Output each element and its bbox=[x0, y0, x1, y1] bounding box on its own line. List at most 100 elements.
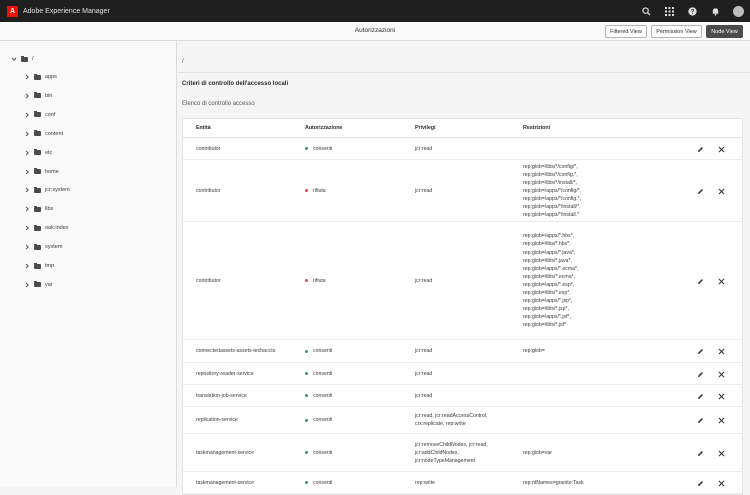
restriction-line: rep:glob=/apps/*.jsp*, bbox=[523, 297, 573, 304]
chevron-right-icon[interactable] bbox=[24, 225, 30, 231]
chevron-right-icon[interactable] bbox=[24, 187, 30, 193]
table-row: taskmanagement-service consenti rep:write r… bbox=[183, 472, 742, 494]
top-bar: A Adobe Experience Manager ? bbox=[0, 0, 750, 22]
chevron-right-icon[interactable] bbox=[24, 150, 30, 156]
folder-icon bbox=[34, 281, 41, 288]
privilege-line: jcr:removeChildNodes, jcr:read, bbox=[415, 441, 488, 448]
close-icon[interactable] bbox=[717, 479, 725, 487]
edit-icon[interactable] bbox=[696, 370, 704, 378]
tree-item[interactable]: var bbox=[24, 280, 53, 290]
tree-item[interactable]: tmp bbox=[24, 261, 54, 271]
restrictions-cell: rep:glob= bbox=[523, 347, 545, 355]
tree-item[interactable]: etc bbox=[24, 148, 52, 158]
entity-cell[interactable]: taskmanagement-service bbox=[196, 450, 254, 456]
close-icon[interactable] bbox=[717, 449, 725, 457]
chevron-right-icon[interactable] bbox=[24, 244, 30, 250]
tree-item-label: bin bbox=[45, 92, 53, 99]
chevron-right-icon[interactable] bbox=[24, 169, 30, 175]
divider bbox=[178, 72, 750, 73]
user-avatar[interactable] bbox=[733, 5, 744, 17]
chevron-right-icon[interactable] bbox=[24, 74, 30, 80]
edit-icon[interactable] bbox=[696, 348, 704, 356]
chevron-right-icon[interactable] bbox=[24, 206, 30, 212]
privilege-line: jcr:nodeTypeManagement bbox=[415, 457, 475, 464]
app-title[interactable]: Adobe Experience Manager bbox=[23, 8, 110, 15]
restriction-line: rep:glob=/apps/*.java*, bbox=[523, 249, 576, 256]
tree-item-label: home bbox=[45, 168, 59, 175]
search-icon[interactable] bbox=[641, 6, 651, 16]
permission-label: rifiuta bbox=[313, 277, 326, 284]
restriction-line: rep:glob=/apps/*.hbs*, bbox=[523, 233, 575, 240]
tree-item[interactable]: oak:index bbox=[24, 223, 69, 233]
close-icon[interactable] bbox=[717, 277, 725, 285]
entity-cell[interactable]: contributor bbox=[196, 146, 221, 152]
entity-cell[interactable]: replication-service bbox=[196, 417, 238, 423]
tree-item[interactable]: content bbox=[24, 129, 63, 139]
tree-item[interactable]: system bbox=[24, 242, 62, 252]
permission-view-button[interactable]: Permission View bbox=[651, 25, 702, 38]
entity-cell[interactable]: taskmanagement-service bbox=[196, 480, 254, 486]
chevron-right-icon[interactable] bbox=[24, 282, 30, 288]
edit-icon[interactable] bbox=[696, 479, 704, 487]
tree-item-label: oak:index bbox=[45, 225, 69, 232]
folder-icon bbox=[34, 130, 41, 137]
chevron-right-icon[interactable] bbox=[24, 131, 30, 137]
node-view-button[interactable]: Node View bbox=[706, 25, 743, 38]
tree-item[interactable]: jcr:system bbox=[24, 185, 70, 195]
apps-grid-icon[interactable] bbox=[664, 6, 674, 16]
table-row: translation-job-service consenti jcr:read bbox=[183, 385, 742, 407]
permission-cell: consenti bbox=[305, 480, 332, 486]
edit-icon[interactable] bbox=[696, 145, 704, 153]
filtered-view-button[interactable]: Filtered View bbox=[605, 25, 647, 38]
adobe-logo[interactable]: A bbox=[7, 5, 18, 17]
tree-item[interactable]: apps bbox=[24, 72, 57, 82]
table-row: connectedassets-assets-techaccts consenti… bbox=[183, 340, 742, 363]
tree-root[interactable]: / bbox=[11, 54, 34, 64]
tree-item[interactable]: bin bbox=[24, 91, 52, 101]
column-header-entity: Entità bbox=[196, 125, 211, 131]
close-icon[interactable] bbox=[717, 417, 725, 425]
chevron-down-icon[interactable] bbox=[11, 56, 17, 62]
table-row: repository-reader-service consenti jcr:rea… bbox=[183, 363, 742, 385]
folder-icon bbox=[34, 111, 41, 118]
chevron-right-icon[interactable] bbox=[24, 263, 30, 269]
permission-label: consenti bbox=[313, 479, 333, 486]
permission-label: consenti bbox=[313, 348, 333, 354]
close-icon[interactable] bbox=[717, 187, 725, 195]
edit-icon[interactable] bbox=[696, 449, 704, 457]
bell-icon[interactable] bbox=[710, 6, 720, 16]
entity-cell[interactable]: contributor bbox=[196, 278, 221, 284]
edit-icon[interactable] bbox=[696, 417, 704, 425]
column-header-restrictions: Restrizioni bbox=[523, 125, 551, 131]
status-dot bbox=[305, 418, 308, 422]
entity-cell[interactable]: contributor bbox=[196, 188, 221, 194]
tree-item[interactable]: libs bbox=[24, 204, 53, 214]
entity-cell[interactable]: connectedassets-assets-techaccts bbox=[196, 348, 275, 354]
node-tree-sidebar: / apps bin conf content etc home jcr:system libs… bbox=[0, 41, 177, 487]
permission-label: consenti bbox=[313, 392, 333, 399]
close-icon[interactable] bbox=[717, 145, 725, 153]
folder-icon bbox=[34, 73, 41, 80]
status-dot bbox=[305, 279, 308, 282]
tree-root-label: / bbox=[32, 56, 34, 62]
restriction-line: rep:glob=/apps/*/install.* bbox=[523, 212, 580, 219]
help-icon[interactable]: ? bbox=[687, 6, 697, 16]
tree-item[interactable]: conf bbox=[24, 110, 55, 120]
entity-cell[interactable]: translation-job-service bbox=[196, 393, 247, 399]
restriction-line: rep:glob=/libs/*.jsf* bbox=[523, 322, 567, 329]
entity-cell[interactable]: repository-reader-service bbox=[196, 371, 254, 377]
restriction-line: rep:glob=/libs/*.ecma*, bbox=[523, 273, 576, 280]
acl-subtitle: Elenco di controllo accesso bbox=[182, 101, 255, 107]
close-icon[interactable] bbox=[717, 370, 725, 378]
edit-icon[interactable] bbox=[696, 187, 704, 195]
chevron-right-icon[interactable] bbox=[24, 93, 30, 99]
logo-letter: A bbox=[9, 7, 16, 15]
folder-icon bbox=[34, 205, 41, 212]
edit-icon[interactable] bbox=[696, 392, 704, 400]
close-icon[interactable] bbox=[717, 348, 725, 356]
chevron-right-icon[interactable] bbox=[24, 112, 30, 118]
restriction-line: rep:glob=/apps/*.ecma*, bbox=[523, 265, 579, 272]
tree-item[interactable]: home bbox=[24, 167, 59, 177]
edit-icon[interactable] bbox=[696, 277, 704, 285]
close-icon[interactable] bbox=[717, 392, 725, 400]
